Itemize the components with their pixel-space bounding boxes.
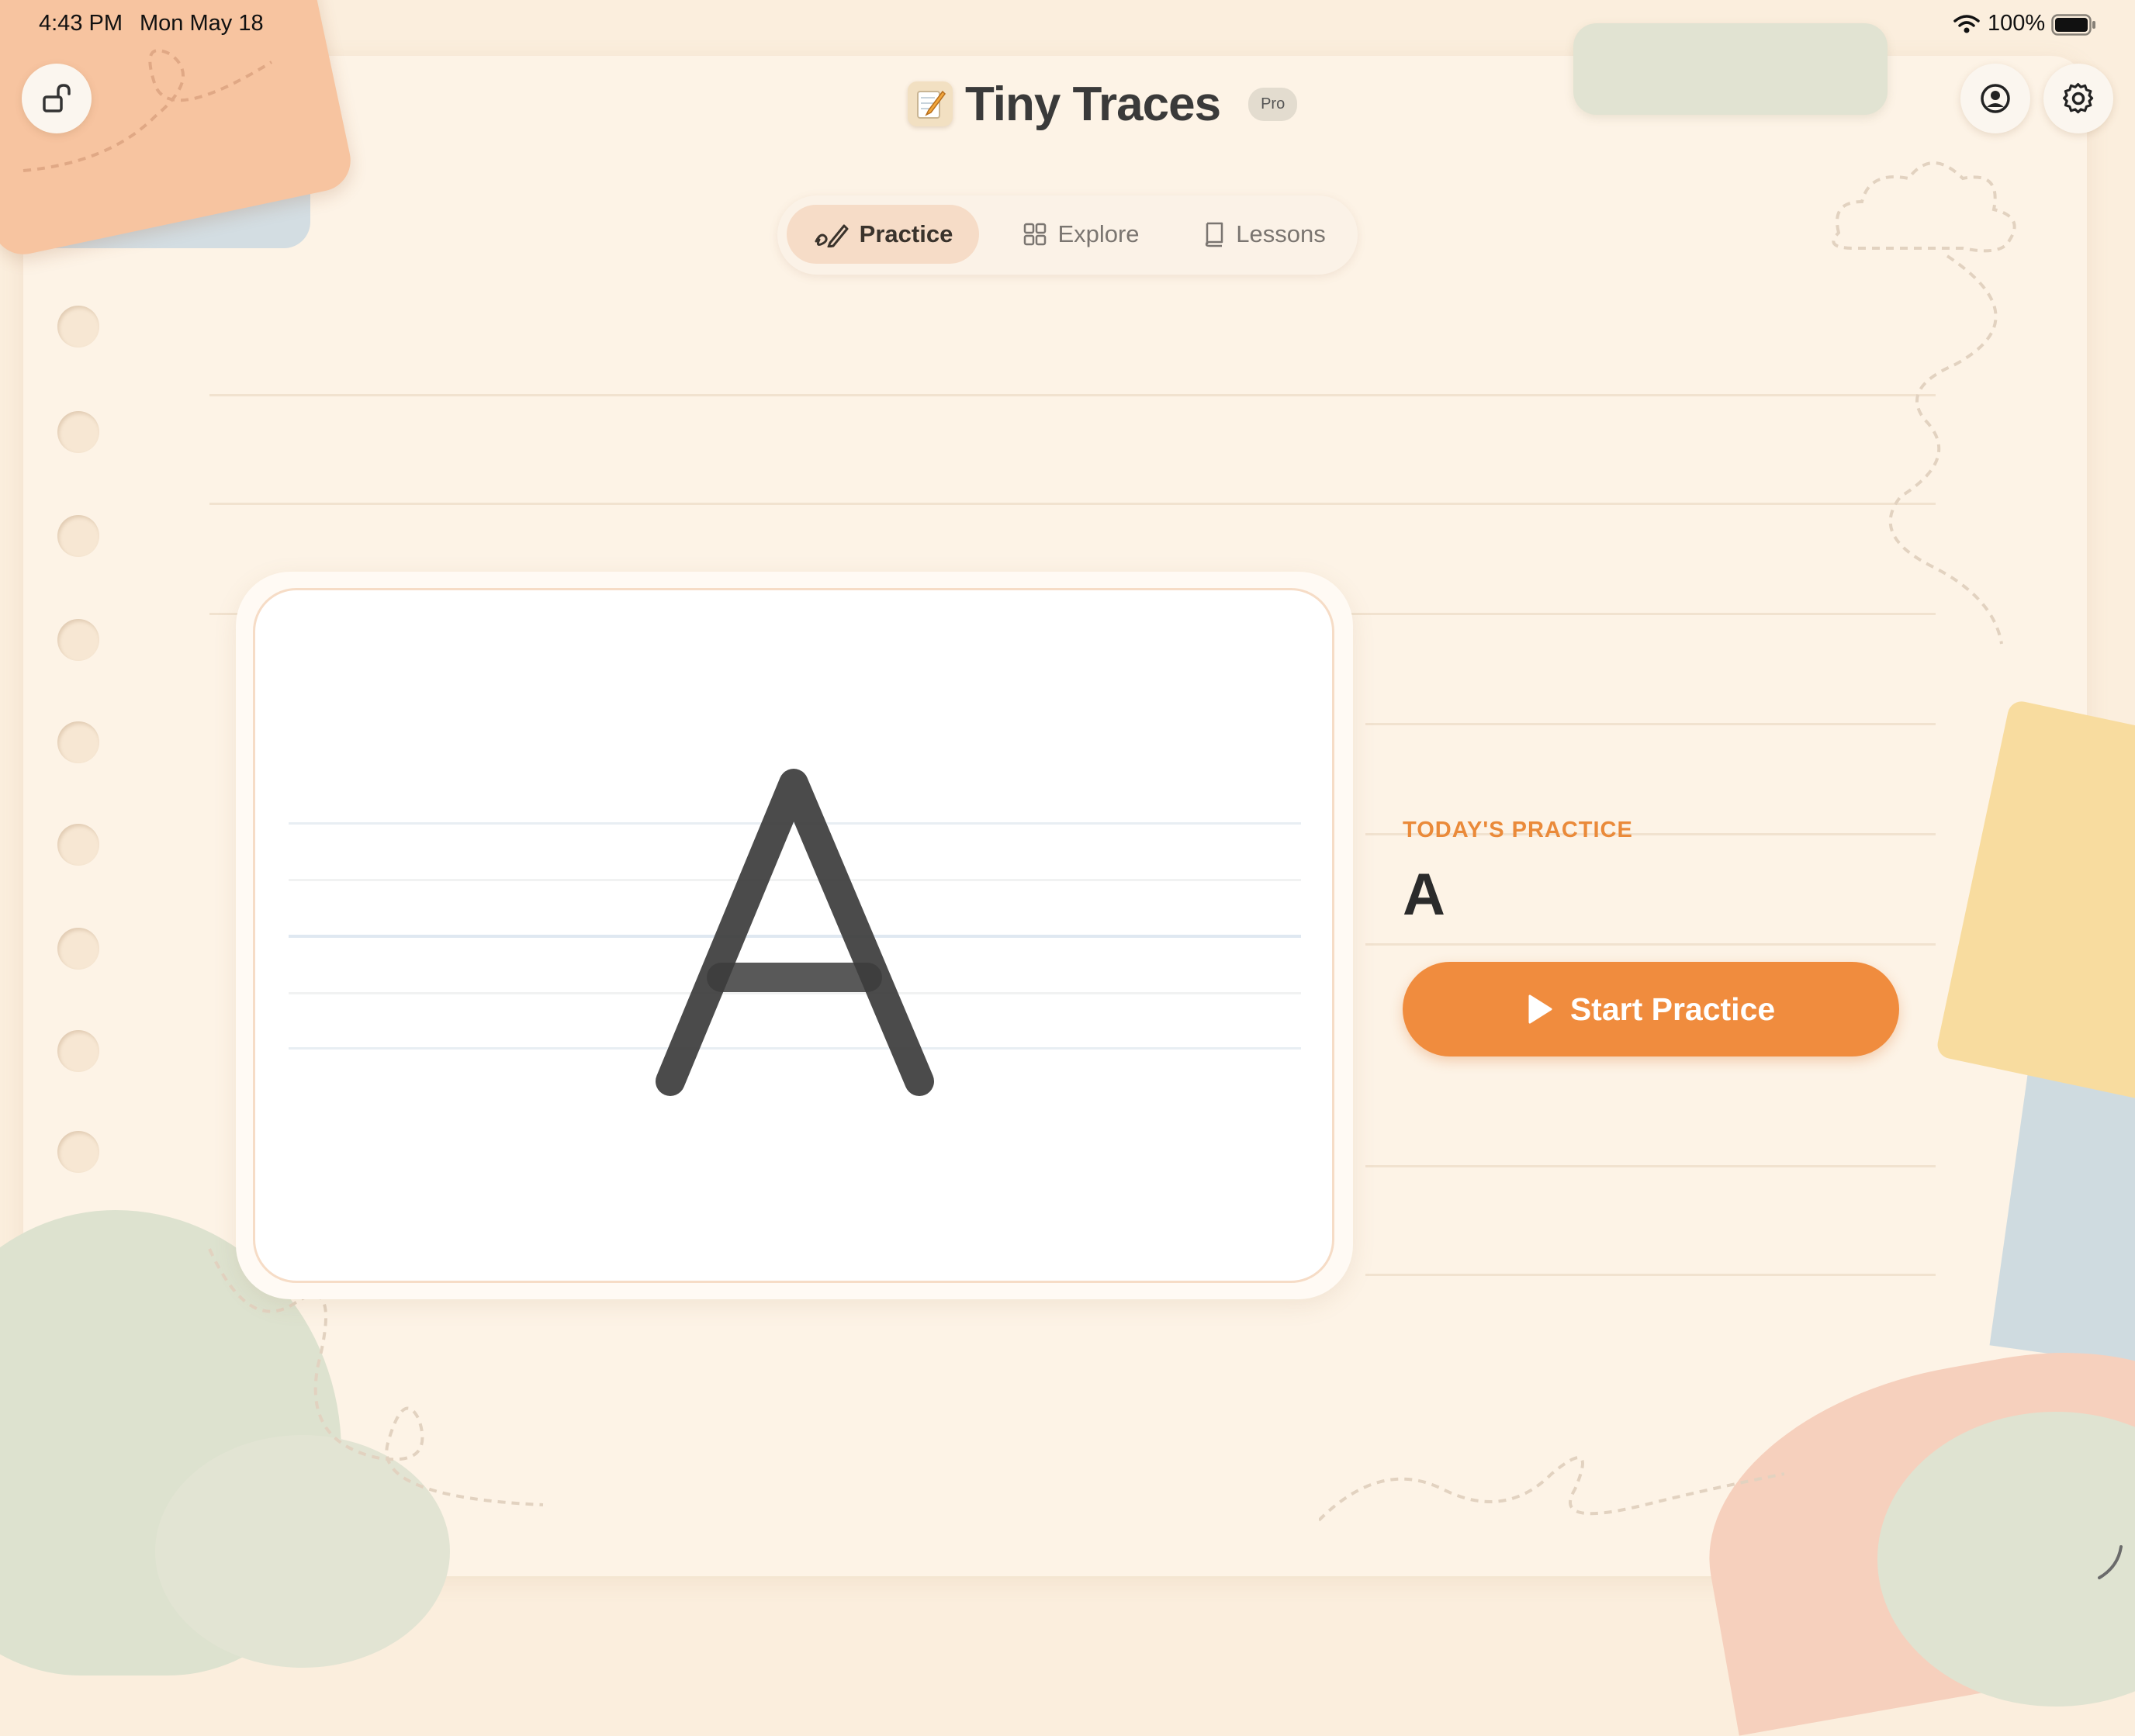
ruled-line [1365, 723, 1936, 725]
wifi-icon [1953, 15, 1980, 33]
decor-tape [1573, 23, 1888, 115]
notepad-pencil-icon [908, 81, 953, 126]
account-icon [1981, 84, 2010, 113]
binder-hole [57, 619, 99, 661]
binder-hole [57, 928, 99, 970]
binder-hole [57, 515, 99, 557]
battery-icon [2051, 14, 2095, 36]
account-button[interactable] [1960, 64, 2030, 133]
start-practice-label: Start Practice [1569, 991, 1776, 1027]
unlock-button[interactable] [22, 64, 92, 133]
tab-explore[interactable]: Explore [991, 205, 1171, 264]
binder-hole [57, 824, 99, 866]
battery-percent: 100% [1988, 11, 2046, 36]
app-title-group: Tiny Traces Pro [908, 74, 1298, 133]
todays-practice-label: TODAY'S PRACTICE [1403, 818, 1633, 842]
tab-lessons[interactable]: Lessons [1178, 205, 1351, 264]
tab-lessons-label: Lessons [1236, 220, 1326, 247]
start-practice-button[interactable]: Start Practice [1403, 962, 1899, 1056]
status-time: 4:43 PM [39, 11, 123, 36]
tab-explore-label: Explore [1057, 220, 1140, 247]
ruled-line [1365, 1165, 1936, 1167]
ruled-line [209, 503, 1936, 505]
cloud-doodle-icon [1832, 161, 2016, 645]
tab-practice[interactable]: Practice [787, 205, 979, 264]
settings-button[interactable] [2043, 64, 2113, 133]
binder-hole [57, 306, 99, 348]
gear-icon [2063, 83, 2094, 114]
swirl-doodle-icon [1319, 1456, 1784, 1522]
ruled-line [1365, 1274, 1936, 1276]
todays-practice-letter: A [1403, 862, 1445, 928]
grid-icon [1024, 223, 1047, 246]
pencil-icon [815, 224, 849, 247]
binder-hole [57, 1131, 99, 1173]
status-date: Mon May 18 [140, 11, 264, 36]
play-icon [1528, 994, 1552, 1024]
unlock-icon [43, 84, 71, 112]
binder-hole [57, 1030, 99, 1072]
ruled-line [209, 394, 1936, 396]
trace-letter-glyph [656, 769, 934, 1096]
binder-hole [57, 721, 99, 763]
app-title: Tiny Traces [965, 77, 1221, 131]
ruled-line [1365, 943, 1936, 946]
stroke-doodle-icon [2098, 1545, 2123, 1579]
tab-bar: Practice Explore Lessons [777, 195, 1358, 275]
tab-practice-label: Practice [859, 220, 953, 247]
pro-badge: Pro [1248, 87, 1298, 121]
binder-hole [57, 411, 99, 453]
book-icon [1206, 222, 1223, 247]
